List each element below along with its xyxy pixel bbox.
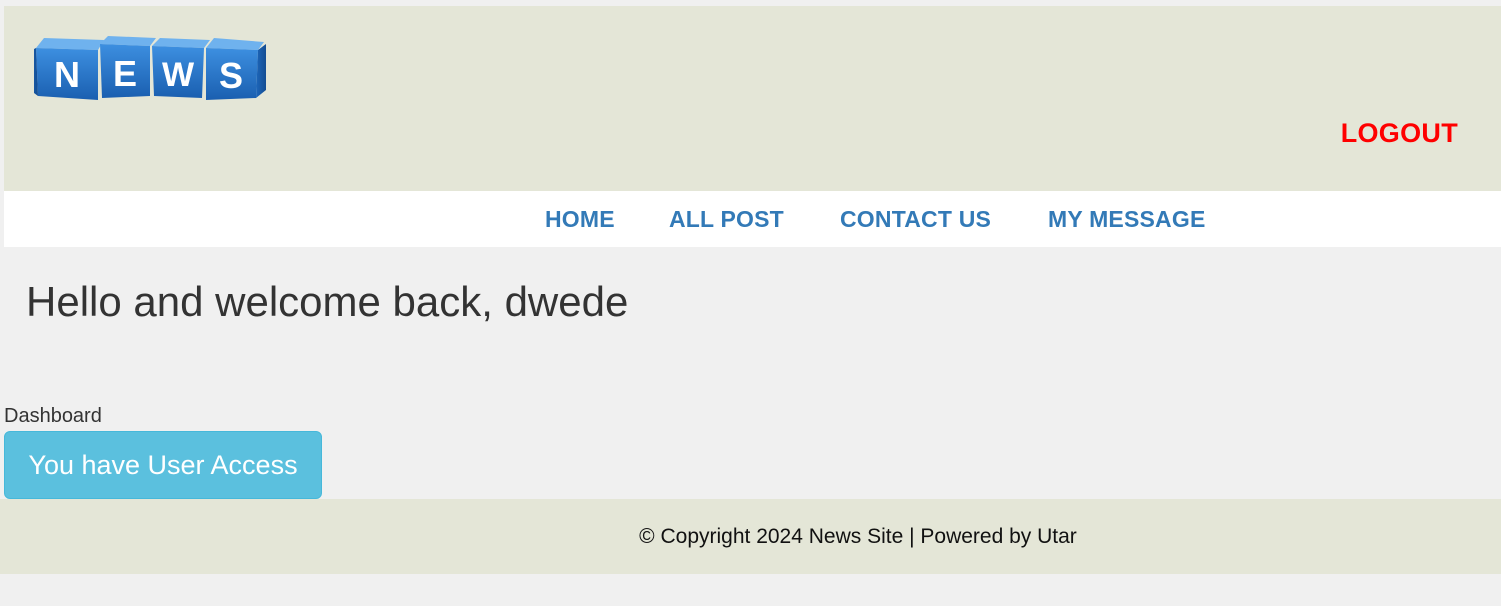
welcome-heading: Hello and welcome back, dwede [26,278,629,325]
logo-cube-n: N [34,38,104,100]
logout-link[interactable]: LOGOUT [1341,117,1458,149]
svg-text:E: E [113,53,137,94]
logo-cube-s: S [206,38,266,100]
copyright-text: © Copyright 2024 News Site | Powered by … [639,525,1077,548]
news-logo[interactable]: N E W S [34,30,270,100]
logo-cube-e: E [100,36,156,98]
svg-text:S: S [219,55,243,96]
logo-cube-w: W [152,38,210,98]
nav-all-post[interactable]: ALL POST [669,205,784,233]
svg-text:N: N [54,54,80,95]
nav-contact-us[interactable]: CONTACT US [840,205,991,233]
site-footer: © Copyright 2024 News Site | Powered by … [0,499,1501,574]
nav-home[interactable]: HOME [545,205,615,233]
svg-text:W: W [162,56,195,94]
dashboard-label: Dashboard [4,405,102,427]
user-access-button[interactable]: You have User Access [4,431,322,499]
nav-my-message[interactable]: MY MESSAGE [1048,205,1206,233]
site-header: N E W S LOGOUT [4,6,1501,191]
main-nav: HOME ALL POST CONTACT US MY MESSAGE [4,191,1501,247]
